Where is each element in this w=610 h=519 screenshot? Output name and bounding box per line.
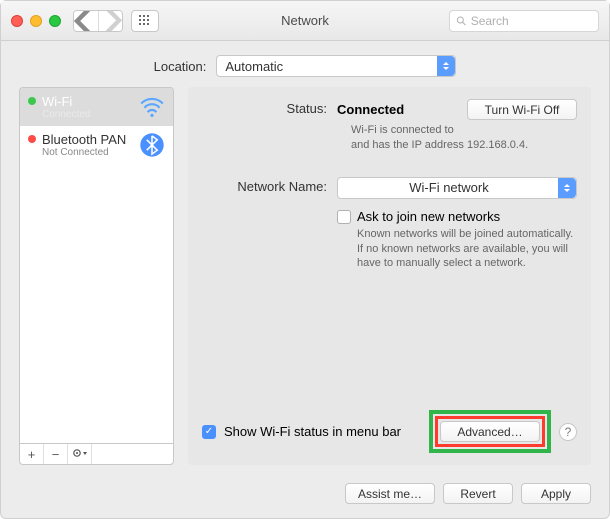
nav-back-forward <box>73 10 123 32</box>
search-icon <box>456 15 467 27</box>
gear-icon <box>72 447 88 459</box>
minimize-button[interactable] <box>30 15 42 27</box>
service-name: Wi-Fi <box>42 94 133 109</box>
apply-button[interactable]: Apply <box>521 483 591 504</box>
forward-button[interactable] <box>98 11 122 31</box>
show-status-checkbox[interactable] <box>202 425 216 439</box>
services-footer: + − <box>19 443 174 465</box>
remove-service-button[interactable]: − <box>44 444 68 464</box>
service-name: Bluetooth PAN <box>42 132 133 147</box>
main-panel: Status: Connected Turn Wi-Fi Off Wi-Fi i… <box>188 87 591 465</box>
help-button[interactable]: ? <box>559 423 577 441</box>
search-input[interactable] <box>471 14 592 28</box>
location-select[interactable]: Automatic <box>216 55 456 77</box>
show-all-button[interactable] <box>131 10 159 32</box>
network-preferences-window: Network Location: Automatic Wi-Fi Connec… <box>0 0 610 519</box>
grid-icon <box>139 15 151 27</box>
window-controls <box>11 15 61 27</box>
status-detail: Wi-Fi is connected to and has the IP add… <box>337 123 577 153</box>
service-status: Not Connected <box>42 147 133 158</box>
chevron-updown-icon <box>437 56 455 76</box>
ask-join-checkbox[interactable] <box>337 210 351 224</box>
chevron-updown-icon <box>558 178 576 198</box>
status-label: Status: <box>202 99 337 153</box>
location-value: Automatic <box>225 59 283 74</box>
status-dot-icon <box>28 97 36 105</box>
location-label: Location: <box>154 59 207 74</box>
location-row: Location: Automatic <box>1 41 609 87</box>
status-dot-icon <box>28 135 36 143</box>
bluetooth-icon <box>139 135 165 155</box>
assist-me-button[interactable]: Assist me… <box>345 483 435 504</box>
network-name-select[interactable]: Wi-Fi network <box>337 177 577 199</box>
network-name-value: Wi-Fi network <box>409 180 488 195</box>
service-status: Connected <box>42 109 133 120</box>
services-list: Wi-Fi Connected Bluetooth PAN Not Connec… <box>19 87 174 443</box>
advanced-button[interactable]: Advanced… <box>440 421 540 442</box>
service-actions-button[interactable] <box>68 444 92 464</box>
panel-bottom: Show Wi-Fi status in menu bar Advanced… … <box>202 410 577 453</box>
service-wifi[interactable]: Wi-Fi Connected <box>20 88 173 126</box>
search-field[interactable] <box>449 10 599 32</box>
wifi-icon <box>139 97 165 117</box>
close-button[interactable] <box>11 15 23 27</box>
zoom-button[interactable] <box>49 15 61 27</box>
content: Wi-Fi Connected Bluetooth PAN Not Connec… <box>1 87 609 475</box>
footer: Assist me… Revert Apply <box>1 475 609 518</box>
titlebar: Network <box>1 1 609 41</box>
service-bluetooth-pan[interactable]: Bluetooth PAN Not Connected <box>20 126 173 164</box>
status-value: Connected <box>337 102 404 117</box>
add-service-button[interactable]: + <box>20 444 44 464</box>
wifi-toggle-button[interactable]: Turn Wi-Fi Off <box>467 99 577 120</box>
show-status-label: Show Wi-Fi status in menu bar <box>224 424 401 439</box>
advanced-highlight: Advanced… <box>429 410 551 453</box>
network-name-label: Network Name: <box>202 177 337 199</box>
ask-join-label: Ask to join new networks <box>357 209 500 224</box>
services-sidebar: Wi-Fi Connected Bluetooth PAN Not Connec… <box>19 87 174 465</box>
ask-join-detail: Known networks will be joined automatica… <box>337 227 577 272</box>
revert-button[interactable]: Revert <box>443 483 513 504</box>
back-button[interactable] <box>74 11 98 31</box>
